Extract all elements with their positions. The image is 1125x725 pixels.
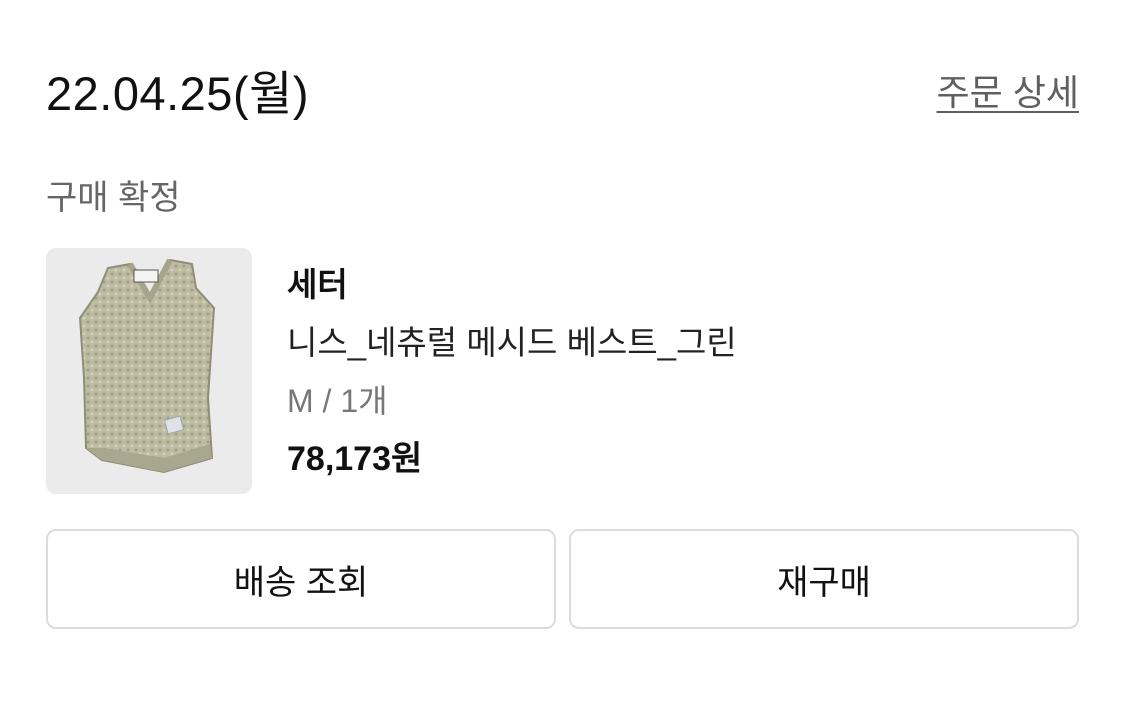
order-date: 22.04.25(월) bbox=[46, 67, 309, 120]
product-image[interactable] bbox=[46, 248, 252, 494]
product-info: 세터 니스_네츄럴 메시드 베스트_그린 M / 1개 78,173원 bbox=[287, 262, 737, 482]
product-option: M / 1개 bbox=[287, 383, 388, 419]
product-price: 78,173원 bbox=[287, 440, 423, 478]
knit-vest-icon bbox=[78, 258, 216, 474]
track-delivery-button[interactable]: 배송 조회 bbox=[46, 529, 556, 629]
product-name[interactable]: 니스_네츄럴 메시드 베스트_그린 bbox=[287, 320, 737, 366]
rebuy-button[interactable]: 재구매 bbox=[569, 529, 1079, 629]
order-status: 구매 확정 bbox=[46, 179, 181, 217]
product-brand: 세터 bbox=[287, 266, 348, 303]
order-detail-link[interactable]: 주문 상세 bbox=[937, 70, 1079, 116]
